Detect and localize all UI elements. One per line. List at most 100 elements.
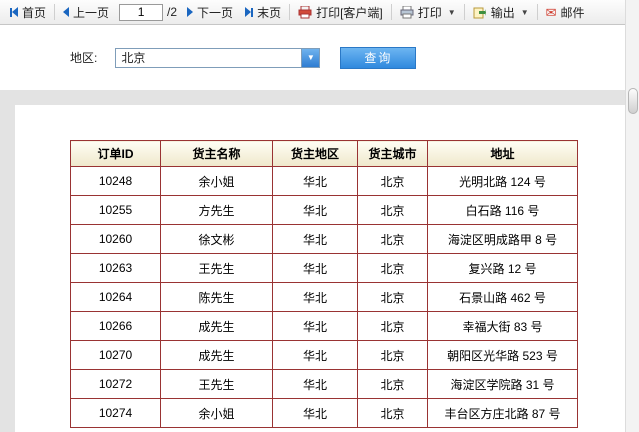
- header-row: 订单ID 货主名称 货主地区 货主城市 地址: [70, 140, 578, 167]
- table-cell: 徐文彬: [160, 224, 273, 254]
- table-cell: 余小姐: [160, 166, 273, 196]
- table-cell: 成先生: [160, 340, 273, 370]
- table-cell: 陈先生: [160, 282, 273, 312]
- table-cell: 北京: [357, 195, 428, 225]
- toolbar-separator: [289, 4, 291, 20]
- vertical-scrollbar[interactable]: [625, 0, 639, 432]
- table-cell: 余小姐: [160, 398, 273, 428]
- table-cell: 北京: [357, 224, 428, 254]
- region-label: 地区:: [70, 51, 98, 65]
- table-cell: 北京: [357, 369, 428, 399]
- table-cell: 北京: [357, 282, 428, 312]
- next-page-button[interactable]: 下一页: [181, 0, 239, 24]
- print-client-label: 打印[客户端]: [316, 5, 383, 20]
- column-header: 货主名称: [160, 140, 273, 167]
- table-cell: 丰台区方庄北路 87 号: [427, 398, 578, 428]
- table-cell: 成先生: [160, 311, 273, 341]
- table-cell: 海淀区学院路 31 号: [427, 369, 578, 399]
- table-cell: 华北: [272, 224, 358, 254]
- email-button[interactable]: ✉ 邮件: [540, 0, 591, 24]
- toolbar-separator: [463, 4, 465, 20]
- table-cell: 10272: [70, 369, 161, 399]
- table-cell: 白石路 116 号: [427, 195, 578, 225]
- column-header: 货主地区: [272, 140, 358, 167]
- email-icon: ✉: [545, 4, 557, 20]
- table-cell: 方先生: [160, 195, 273, 225]
- table-cell: 华北: [272, 282, 358, 312]
- last-page-label: 末页: [257, 5, 282, 20]
- export-icon: [473, 6, 487, 19]
- report-page: 订单ID 货主名称 货主地区 货主城市 地址 10248 余小姐 华北 北京 光明北路 124 …: [15, 105, 625, 432]
- table-cell: 华北: [272, 340, 358, 370]
- table-row: 10274 余小姐 华北 北京 丰台区方庄北路 87 号: [70, 398, 578, 428]
- last-page-button[interactable]: 末页: [239, 0, 287, 24]
- table-cell: 10264: [70, 282, 161, 312]
- report-viewer: 首页 上一页 /2 下一页 末页 打印[客户端]: [0, 0, 639, 432]
- table-row: 10272 王先生 华北 北京 海淀区学院路 31 号: [70, 369, 578, 399]
- toolbar: 首页 上一页 /2 下一页 末页 打印[客户端]: [0, 0, 625, 25]
- table-cell: 石景山路 462 号: [427, 282, 578, 312]
- scrollbar-thumb[interactable]: [628, 88, 638, 114]
- region-select[interactable]: 北京 ▼: [115, 47, 321, 68]
- table-cell: 海淀区明成路甲 8 号: [427, 224, 578, 254]
- printer-icon: [400, 5, 414, 19]
- next-page-label: 下一页: [197, 5, 234, 20]
- table-row: 10248 余小姐 华北 北京 光明北路 124 号: [70, 166, 578, 196]
- print-dropdown-caret-icon[interactable]: ▼: [448, 8, 456, 17]
- column-header: 地址: [427, 140, 578, 167]
- table-cell: 华北: [272, 369, 358, 399]
- query-button[interactable]: 查询: [340, 46, 417, 69]
- print-client-button[interactable]: 打印[客户端]: [292, 0, 389, 24]
- table-cell: 华北: [272, 195, 358, 225]
- table-body: 10248 余小姐 华北 北京 光明北路 124 号 10255 方先生 华北 北京 白石路 11…: [70, 166, 578, 428]
- first-page-label: 首页: [22, 5, 47, 20]
- table-row: 10260 徐文彬 华北 北京 海淀区明成路甲 8 号: [70, 224, 578, 254]
- table-cell: 朝阳区光华路 523 号: [427, 340, 578, 370]
- first-page-icon: [10, 7, 18, 17]
- table-cell: 光明北路 124 号: [427, 166, 578, 196]
- table-cell: 王先生: [160, 369, 273, 399]
- table-cell: 幸福大街 83 号: [427, 311, 578, 341]
- print-label: 打印: [417, 5, 442, 20]
- export-dropdown-caret-icon[interactable]: ▼: [521, 8, 529, 17]
- export-label: 输出: [490, 5, 515, 20]
- table-row: 10255 方先生 华北 北京 白石路 116 号: [70, 195, 578, 225]
- table-cell: 10260: [70, 224, 161, 254]
- table-head: 订单ID 货主名称 货主地区 货主城市 地址: [70, 140, 578, 167]
- print-button[interactable]: 打印 ▼: [394, 0, 462, 24]
- table-cell: 王先生: [160, 253, 273, 283]
- report-background: 订单ID 货主名称 货主地区 货主城市 地址 10248 余小姐 华北 北京 光明北路 124 …: [0, 90, 625, 432]
- table-row: 10270 成先生 华北 北京 朝阳区光华路 523 号: [70, 340, 578, 370]
- table-cell: 复兴路 12 号: [427, 253, 578, 283]
- table-cell: 北京: [357, 340, 428, 370]
- toolbar-separator: [54, 4, 56, 20]
- table-cell: 华北: [272, 253, 358, 283]
- table-cell: 华北: [272, 166, 358, 196]
- table-cell: 10270: [70, 340, 161, 370]
- export-button[interactable]: 输出 ▼: [467, 0, 535, 24]
- table-cell: 北京: [357, 398, 428, 428]
- table-cell: 华北: [272, 311, 358, 341]
- report-table: 订单ID 货主名称 货主地区 货主城市 地址 10248 余小姐 华北 北京 光明北路 124 …: [70, 140, 578, 428]
- first-page-button[interactable]: 首页: [4, 0, 52, 24]
- parameter-panel: 地区: 北京 ▼ 查询: [0, 25, 625, 90]
- toolbar-separator: [390, 4, 392, 20]
- table-cell: 10248: [70, 166, 161, 196]
- prev-page-button[interactable]: 上一页: [57, 0, 115, 24]
- last-page-icon: [245, 7, 254, 17]
- region-dropdown-arrow-icon[interactable]: ▼: [301, 48, 320, 67]
- column-header: 订单ID: [70, 140, 161, 167]
- next-page-icon: [187, 7, 194, 17]
- table-row: 10266 成先生 华北 北京 幸福大街 83 号: [70, 311, 578, 341]
- table-cell: 北京: [357, 253, 428, 283]
- table-cell: 10255: [70, 195, 161, 225]
- table-row: 10264 陈先生 华北 北京 石景山路 462 号: [70, 282, 578, 312]
- region-selected-value: 北京: [121, 50, 146, 65]
- table-cell: 华北: [272, 398, 358, 428]
- page-number-input[interactable]: [119, 3, 164, 21]
- email-label: 邮件: [560, 5, 585, 20]
- page-total-label: /2: [167, 5, 178, 19]
- table-row: 10263 王先生 华北 北京 复兴路 12 号: [70, 253, 578, 283]
- print-client-icon: [298, 5, 312, 19]
- prev-page-icon: [63, 7, 70, 17]
